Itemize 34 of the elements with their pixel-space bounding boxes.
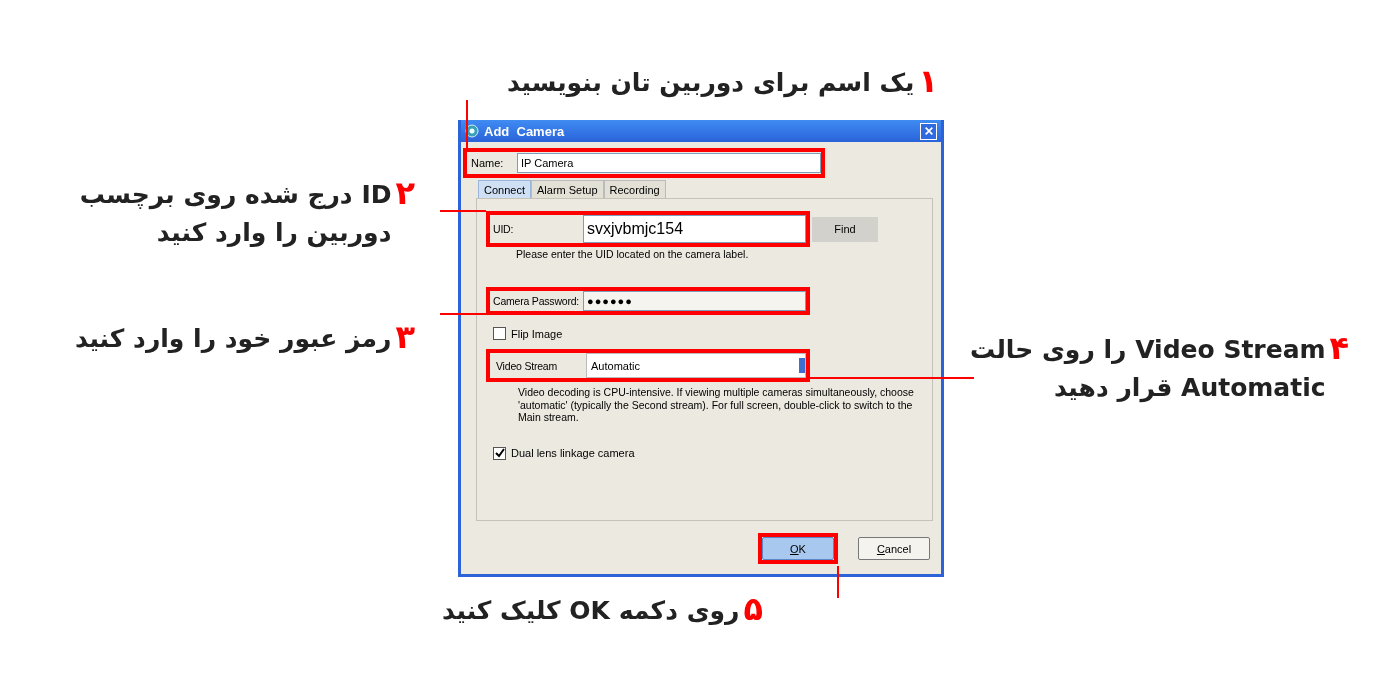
close-icon (923, 126, 934, 136)
step-number: ۳ (395, 320, 415, 354)
window-title: Add Camera (484, 123, 565, 139)
instruction-text: روی دکمه OK کلیک کنید (442, 595, 740, 627)
tab[interactable]: Connect (478, 180, 531, 198)
step-number: ۴ (1329, 331, 1350, 365)
checkbox[interactable] (493, 446, 506, 460)
stream-dropdown[interactable]: Automatic (586, 353, 806, 378)
ok-button[interactable]: OK (762, 537, 834, 560)
checkbox-label: Dual lens linkage camera (511, 447, 635, 459)
checkbox[interactable] (493, 327, 506, 340)
find-button[interactable]: Find (812, 216, 878, 242)
checkbox-label: Flip Image (511, 327, 563, 340)
close-button[interactable] (920, 122, 937, 140)
instruction-text: رمز عبور خود را وارد کنید (74, 323, 392, 356)
field-label: UID: (492, 223, 515, 235)
description-text: Video decoding is CPU-intensive. If viewing multiple cameras simultaneously, choose 'automatic' (typically the Second stream). For full screen, double-click to switch to the Main stream. (518, 386, 915, 424)
hint-text: Please enter the UID located on the camera label. (516, 248, 750, 260)
uid-field[interactable]: svxjvbmjc154 (583, 215, 806, 243)
field-label: Name: (470, 157, 505, 169)
field-label: Camera Password: (492, 295, 581, 307)
step-number: ۲ (395, 176, 415, 210)
field-label: Video Stream (495, 359, 559, 372)
tab[interactable]: Recording (603, 180, 666, 198)
tab[interactable]: Alarm Setup (531, 180, 604, 198)
instruction-text: Video Stream را روی حالت Automatic قرار دهید (970, 334, 1326, 405)
leader-line (837, 566, 839, 598)
password-field[interactable]: ●●●●●● (583, 291, 806, 311)
instruction-text: یک اسم برای دوربین تان بنویسید (507, 67, 915, 100)
name-field[interactable]: IP Camera (517, 153, 821, 173)
cancel-button[interactable]: Cancel (858, 537, 930, 560)
instruction-text: ID درج شده روی برچسب دوربین را وارد کنید (79, 179, 392, 250)
step-number: ۱ (918, 64, 938, 98)
step-number: ۵ (743, 592, 764, 626)
